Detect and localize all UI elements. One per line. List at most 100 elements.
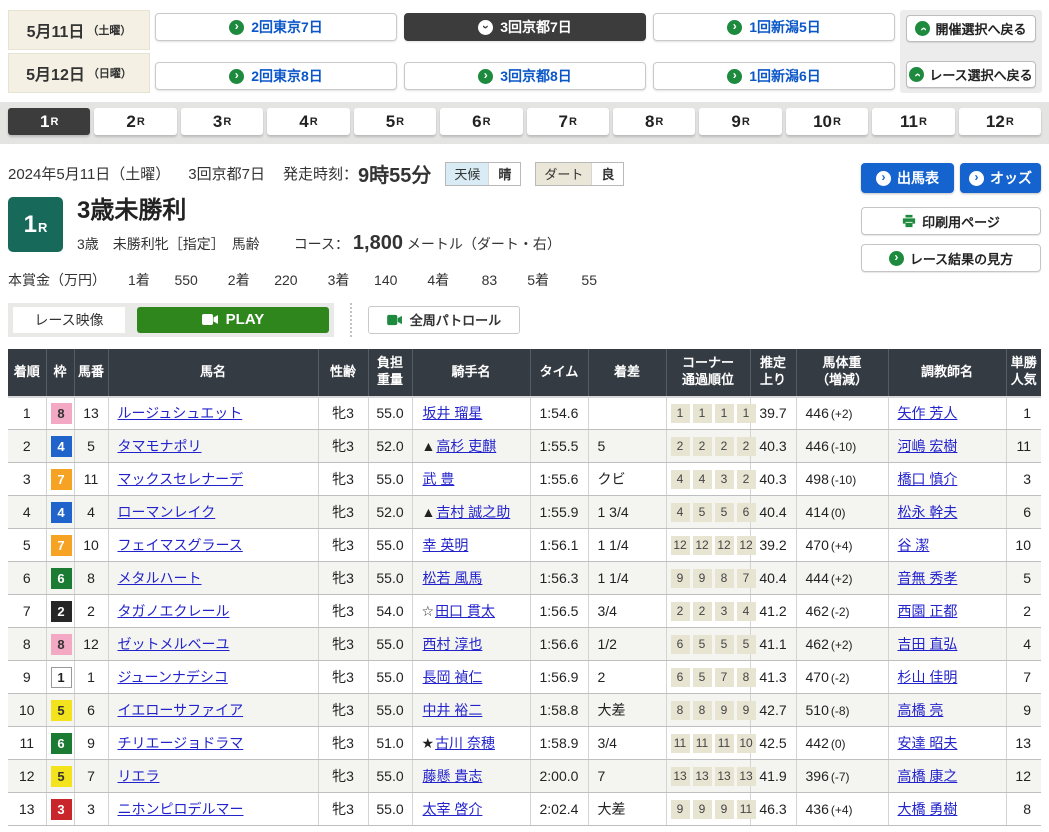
win-popularity: 3 (1006, 463, 1041, 496)
corner-position: 1 (693, 404, 712, 423)
prize-amount: 83 (449, 272, 497, 288)
trainer-cell: 高橋 康之 (888, 760, 1006, 793)
jockey-name-link[interactable]: 藤懸 貴志 (423, 768, 483, 784)
jockey-name-link[interactable]: 松若 風馬 (423, 570, 483, 586)
jockey-name-link[interactable]: 坂井 瑠星 (423, 405, 483, 421)
jockey-name-link[interactable]: 幸 英明 (423, 537, 469, 553)
corner-position: 1 (671, 404, 690, 423)
horse-name-link[interactable]: ゼットメルベーユ (118, 636, 230, 652)
trainer-name-link[interactable]: 大橋 勇樹 (898, 801, 958, 817)
horse-name-link[interactable]: メタルハート (118, 570, 202, 586)
column-header: 馬名 (108, 349, 318, 397)
horse-number: 7 (74, 760, 108, 793)
race-tab-9r[interactable]: 9R (699, 108, 781, 135)
race-tab-2r[interactable]: 2R (94, 108, 176, 135)
meeting-button[interactable]: ›1回新潟5日 (653, 13, 895, 41)
column-header: コーナー 通過順位 (666, 349, 750, 397)
race-tab-number: 1 (40, 112, 49, 132)
corner-position: 2 (693, 602, 712, 621)
horse-name-link[interactable]: ニホンピロデルマー (118, 801, 244, 817)
horse-name-link[interactable]: フェイマスグラース (118, 537, 243, 553)
print-page-button[interactable]: 印刷用ページ (861, 207, 1041, 235)
margin: 1 3/4 (588, 496, 666, 529)
jockey-name-link[interactable]: 長岡 禎仁 (423, 669, 483, 685)
trainer-name-link[interactable]: 高橋 亮 (898, 702, 944, 718)
horse-name-link[interactable]: ルージュシュエット (118, 405, 243, 421)
frame-cell: 7 (46, 529, 74, 562)
trainer-name-link[interactable]: 谷 潔 (898, 537, 930, 553)
jockey-name-link[interactable]: 高杉 吏麒 (436, 438, 496, 454)
jockey-name-link[interactable]: 田口 貫太 (435, 603, 495, 619)
corner-position: 5 (693, 503, 712, 522)
trainer-name-link[interactable]: 吉田 直弘 (898, 636, 958, 652)
horse-name-link[interactable]: イエローサファイア (118, 702, 244, 718)
body-weight: 446 (806, 438, 829, 454)
race-tab-8r[interactable]: 8R (613, 108, 695, 135)
trainer-name-link[interactable]: 橋口 慎介 (898, 471, 958, 487)
meeting-button[interactable]: ›1回新潟6日 (653, 62, 895, 90)
estimated-last-3f: 41.2 (750, 595, 796, 628)
race-tab-suffix: R (396, 116, 404, 128)
meeting-button[interactable]: ›3回京都7日 (404, 13, 646, 41)
race-tab-suffix: R (742, 116, 750, 128)
shutsuba-button[interactable]: › 出馬表 (861, 163, 954, 193)
result-guide-button[interactable]: › レース結果の見方 (861, 244, 1041, 272)
horse-name-link[interactable]: タガノエクレール (118, 603, 230, 619)
race-tab-7r[interactable]: 7R (527, 108, 609, 135)
horse-name-link[interactable]: ジューンナデシコ (118, 669, 228, 685)
odds-button[interactable]: › オッズ (960, 163, 1041, 193)
jockey-name-link[interactable]: 西村 淳也 (423, 636, 483, 652)
corner-position: 8 (715, 569, 734, 588)
jockey-name-link[interactable]: 古川 奈穂 (435, 735, 495, 751)
race-tab-3r[interactable]: 3R (181, 108, 263, 135)
jockey-name-link[interactable]: 武 豊 (423, 471, 455, 487)
corner-position: 5 (693, 668, 712, 687)
meeting-button[interactable]: ›2回東京8日 (155, 62, 397, 90)
trainer-name-link[interactable]: 杉山 佳明 (898, 669, 958, 685)
race-tab-5r[interactable]: 5R (354, 108, 436, 135)
horse-name-link[interactable]: タマモナポリ (118, 438, 202, 454)
horse-name-link[interactable]: ローマンレイク (118, 504, 216, 520)
patrol-video-button[interactable]: 全周パトロール (368, 306, 520, 334)
race-tab-11r[interactable]: 11R (872, 108, 954, 135)
date-label: 5月11日 (27, 18, 85, 42)
margin: 5 (588, 430, 666, 463)
jockey-name-link[interactable]: 中井 裕二 (423, 702, 483, 718)
trainer-name-link[interactable]: 河嶋 宏樹 (898, 438, 958, 454)
race-tab-4r[interactable]: 4R (267, 108, 349, 135)
jockey-name-link[interactable]: 吉村 誠之助 (436, 504, 510, 520)
prize-place: 5着 (527, 272, 549, 288)
race-date: 2024年5月11日（土曜） (8, 163, 170, 184)
horse-name-cell: ゼットメルベーユ (108, 628, 318, 661)
trainer-name-link[interactable]: 安達 昭夫 (898, 735, 958, 751)
chevron-up-circle-icon: › (915, 21, 930, 36)
trainer-name-link[interactable]: 松永 幹夫 (898, 504, 958, 520)
trainer-name-link[interactable]: 音無 秀孝 (898, 570, 958, 586)
meeting-button[interactable]: ›3回京都8日 (404, 62, 646, 90)
column-header: タイム (530, 349, 588, 397)
horse-name-link[interactable]: リエラ (118, 768, 160, 784)
race-tab-number: 8 (645, 112, 654, 132)
trainer-name-link[interactable]: 高橋 康之 (898, 768, 958, 784)
horse-name-cell: ジューンナデシコ (108, 661, 318, 694)
race-tab-6r[interactable]: 6R (440, 108, 522, 135)
horse-name-link[interactable]: マックスセレナーデ (118, 471, 244, 487)
race-tab-1r[interactable]: 1R (8, 108, 90, 135)
jockey-cell: ▲高杉 吏麒 (412, 430, 530, 463)
carried-weight: 55.0 (368, 628, 412, 661)
corner-order-cell: 1111 (666, 397, 750, 430)
play-button[interactable]: PLAY (137, 307, 329, 333)
trainer-name-link[interactable]: 矢作 芳人 (898, 405, 958, 421)
start-time-label: 発走時刻： (283, 163, 358, 184)
back-to-race-select-button[interactable]: › レース選択へ戻る (906, 61, 1036, 88)
horse-name-link[interactable]: チリエージョドラマ (118, 735, 244, 751)
corner-position: 5 (737, 635, 756, 654)
race-tab-12r[interactable]: 12R (959, 108, 1041, 135)
body-weight: 510 (806, 702, 829, 718)
back-to-kaisai-select-button[interactable]: › 開催選択へ戻る (906, 15, 1036, 42)
meeting-button[interactable]: ›2回東京7日 (155, 13, 397, 41)
day-of-week-label: （土曜） (87, 22, 131, 38)
jockey-name-link[interactable]: 太宰 啓介 (423, 801, 483, 817)
race-tab-10r[interactable]: 10R (786, 108, 868, 135)
trainer-name-link[interactable]: 西園 正都 (898, 603, 958, 619)
